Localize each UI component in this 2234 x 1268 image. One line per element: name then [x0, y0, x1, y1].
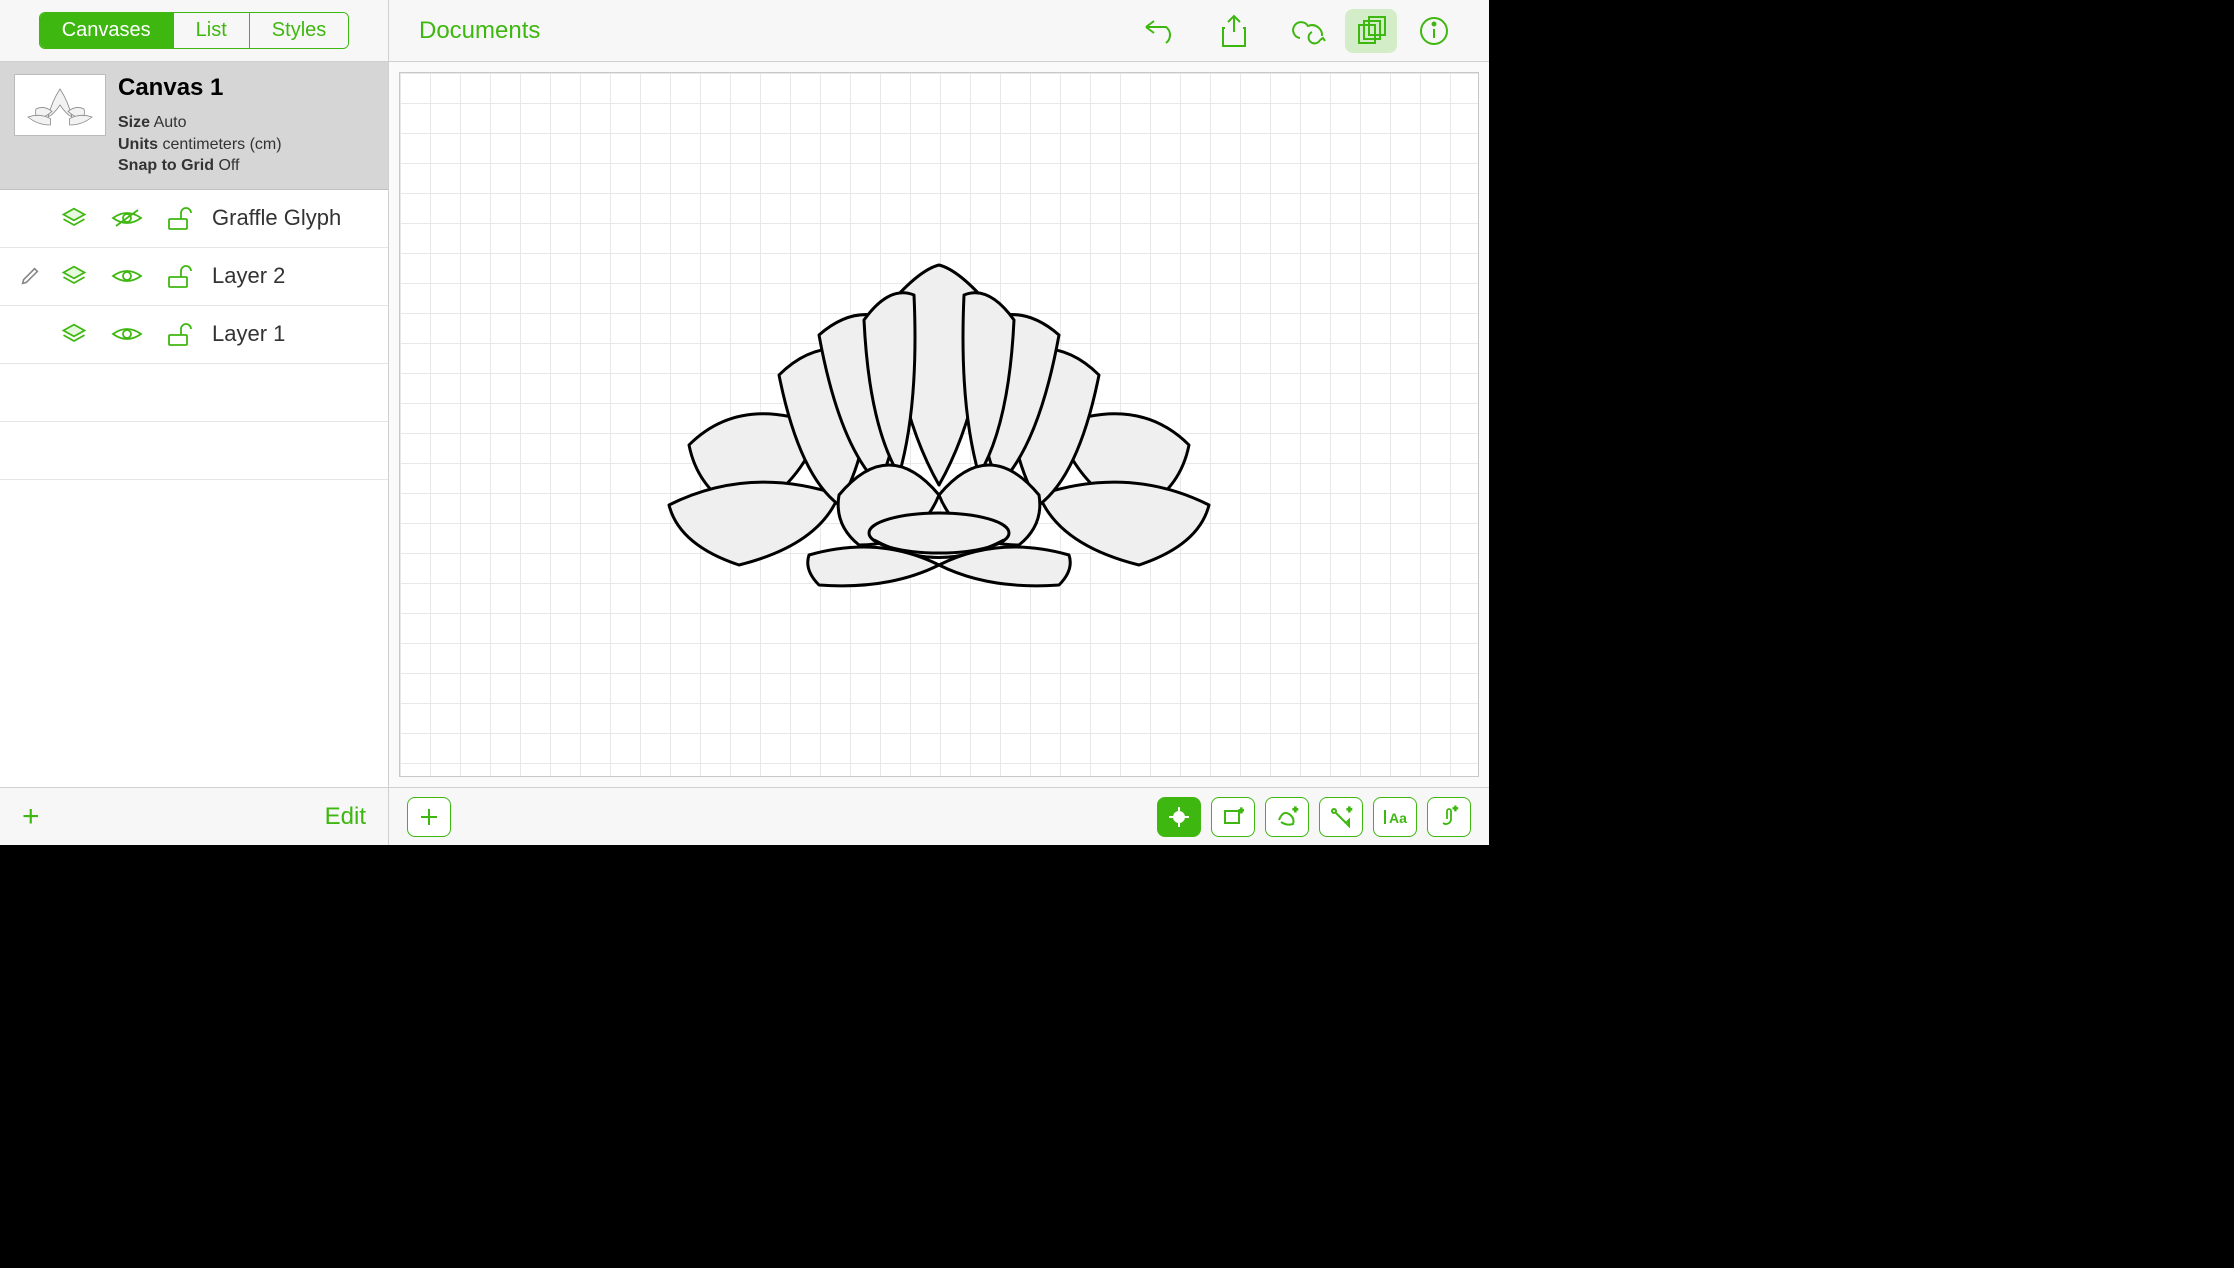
undo-icon[interactable] [1123, 9, 1197, 53]
canvas-meta: Size Auto Units centimeters (cm) Snap to… [118, 112, 374, 177]
tab-canvases[interactable]: Canvases [40, 13, 174, 48]
layers-stack-icon[interactable] [50, 262, 98, 290]
svg-text:+: + [1293, 806, 1298, 814]
info-icon[interactable] [1397, 9, 1471, 53]
text-tool-button[interactable]: Aa [1373, 797, 1417, 837]
layer-name: Layer 1 [206, 321, 378, 347]
add-button[interactable]: + [22, 802, 40, 832]
line-tool-button[interactable]: + [1319, 797, 1363, 837]
add-shape-button[interactable] [407, 797, 451, 837]
svg-text:+: + [1347, 806, 1352, 814]
layer-row[interactable]: Layer 1 [0, 306, 388, 364]
empty-row [0, 422, 388, 480]
tool-bar: + + + Aa + [389, 787, 1489, 845]
main-area: Documents [389, 0, 1489, 845]
canvas-thumbnail [14, 74, 106, 136]
visibility-hidden-icon[interactable] [98, 206, 156, 230]
layer-name: Graffle Glyph [206, 205, 378, 231]
layers-stack-icon[interactable] [50, 320, 98, 348]
sidebar-footer: + Edit [0, 787, 388, 845]
unlock-icon[interactable] [156, 321, 206, 347]
canvases-panel-icon[interactable] [1345, 9, 1397, 53]
sidebar-tabs: Canvases List Styles [39, 12, 350, 49]
canvas-card-text: Canvas 1 Size Auto Units centimeters (cm… [118, 74, 374, 177]
sync-cloud-icon[interactable] [1271, 9, 1345, 53]
canvas-viewport[interactable] [389, 62, 1489, 787]
editing-pencil-icon[interactable] [10, 265, 50, 287]
layer-row[interactable]: Layer 2 [0, 248, 388, 306]
empty-row [0, 364, 388, 422]
topbar: Documents [389, 0, 1489, 62]
layer-row[interactable]: Graffle Glyph [0, 190, 388, 248]
share-icon[interactable] [1197, 9, 1271, 53]
tab-styles[interactable]: Styles [250, 13, 348, 48]
edit-button[interactable]: Edit [325, 803, 366, 831]
canvas-title: Canvas 1 [118, 74, 374, 102]
rectangle-tool-button[interactable]: + [1211, 797, 1255, 837]
touch-tool-button[interactable]: + [1427, 797, 1471, 837]
sidebar-tabs-header: Canvases List Styles [0, 0, 388, 62]
canvas-card[interactable]: Canvas 1 Size Auto Units centimeters (cm… [0, 62, 388, 190]
svg-text:+: + [1453, 805, 1458, 813]
documents-button[interactable]: Documents [407, 17, 552, 45]
svg-text:Aa: Aa [1389, 810, 1407, 826]
tab-list[interactable]: List [174, 13, 250, 48]
layer-name: Layer 2 [206, 263, 378, 289]
selection-tool-button[interactable] [1157, 797, 1201, 837]
layers-stack-icon[interactable] [50, 204, 98, 232]
svg-text:+: + [1239, 806, 1244, 815]
sidebar: Canvases List Styles Canvas 1 [0, 0, 389, 845]
layers-list: Graffle Glyph [0, 190, 388, 787]
lotus-drawing [659, 245, 1219, 605]
visibility-visible-icon[interactable] [98, 322, 156, 346]
freehand-tool-button[interactable]: + [1265, 797, 1309, 837]
drawing-canvas[interactable] [399, 72, 1479, 777]
visibility-visible-icon[interactable] [98, 264, 156, 288]
unlock-icon[interactable] [156, 205, 206, 231]
unlock-icon[interactable] [156, 263, 206, 289]
